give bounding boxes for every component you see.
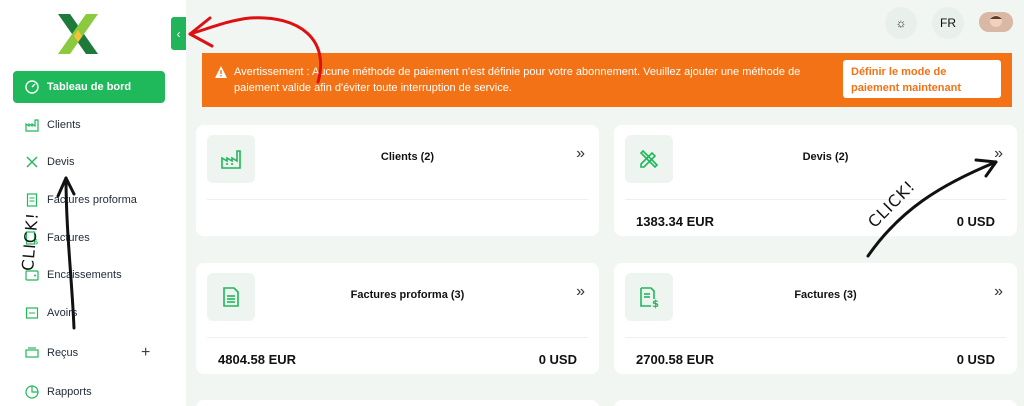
sidebar-item-rapports[interactable]: Rapports bbox=[13, 376, 165, 406]
divider bbox=[207, 337, 588, 338]
sidebar-item-label: Factures bbox=[47, 232, 90, 244]
card-value-usd: 0 USD bbox=[956, 214, 995, 229]
credit-note-icon bbox=[25, 306, 39, 320]
sidebar-item-label: Tableau de bord bbox=[47, 81, 132, 93]
warning-text: Avertissement : Aucune méthode de paieme… bbox=[234, 66, 801, 94]
card-factures[interactable]: $ Factures (3) » 2700.58 EUR 0 USD bbox=[614, 263, 1017, 374]
double-chevron-right-icon[interactable]: » bbox=[994, 283, 1003, 301]
factory-icon bbox=[25, 118, 39, 132]
card-title: Clients (2) bbox=[380, 151, 435, 163]
chart-icon bbox=[25, 385, 39, 399]
sidebar-item-label: Rapports bbox=[47, 386, 92, 398]
avatar-image bbox=[979, 12, 1013, 32]
double-chevron-right-icon[interactable]: » bbox=[576, 283, 585, 301]
card-value-eur: 4804.58 EUR bbox=[218, 352, 297, 367]
svg-text:$: $ bbox=[652, 299, 659, 309]
document-icon bbox=[25, 193, 39, 207]
set-payment-method-button[interactable]: Définir le mode de paiement maintenant bbox=[843, 60, 1001, 98]
sidebar-item-label: Encaissements bbox=[47, 269, 122, 281]
card-factures-proforma[interactable]: Factures proforma (3) » 4804.58 EUR 0 US… bbox=[196, 263, 599, 374]
card-value-usd: 0 USD bbox=[538, 352, 577, 367]
double-chevron-right-icon[interactable]: » bbox=[576, 145, 585, 163]
avatar[interactable] bbox=[979, 12, 1013, 32]
warning-icon bbox=[215, 66, 227, 78]
card-value-eur: 1383.34 EUR bbox=[636, 214, 715, 229]
app-logo[interactable] bbox=[56, 12, 100, 56]
pencil-ruler-icon bbox=[25, 155, 39, 169]
sidebar-item-clients[interactable]: Clients bbox=[13, 109, 165, 141]
card-clients[interactable]: Clients (2) » bbox=[196, 125, 599, 236]
sidebar-item-label: Avoirs bbox=[47, 307, 78, 319]
dashboard-icon bbox=[25, 80, 39, 94]
document-icon bbox=[207, 273, 255, 321]
sidebar-collapse-button[interactable]: ‹ bbox=[171, 17, 186, 50]
card-partial bbox=[196, 400, 599, 406]
sidebar-item-label: Factures proforma bbox=[47, 194, 137, 206]
divider bbox=[625, 199, 1006, 200]
theme-toggle-button[interactable]: ☼ bbox=[885, 7, 917, 39]
sidebar-item-dashboard[interactable]: Tableau de bord bbox=[13, 71, 165, 103]
pencil-ruler-icon bbox=[625, 135, 673, 183]
recus-expand-icon[interactable]: + bbox=[141, 344, 150, 362]
sidebar-item-devis[interactable]: Devis bbox=[13, 146, 165, 178]
sidebar-item-avoirs[interactable]: Avoirs bbox=[13, 297, 165, 329]
sidebar-item-proforma[interactable]: Factures proforma bbox=[13, 184, 165, 216]
sun-icon: ☼ bbox=[895, 16, 907, 30]
language-label: FR bbox=[940, 16, 956, 30]
sidebar-item-label: Clients bbox=[47, 119, 81, 131]
red-arrow-head bbox=[188, 16, 214, 48]
invoice-icon: $ bbox=[625, 273, 673, 321]
receipt-icon bbox=[25, 346, 39, 360]
card-title: Factures (3) bbox=[794, 289, 857, 301]
card-partial bbox=[614, 400, 1017, 406]
card-devis[interactable]: Devis (2) » 1383.34 EUR 0 USD bbox=[614, 125, 1017, 236]
card-title: Devis (2) bbox=[802, 151, 849, 163]
double-chevron-right-icon[interactable]: » bbox=[994, 145, 1003, 163]
card-title: Factures proforma (3) bbox=[350, 289, 465, 301]
divider bbox=[625, 337, 1006, 338]
sidebar-item-label: Devis bbox=[47, 156, 75, 168]
card-value-usd: 0 USD bbox=[956, 352, 995, 367]
divider bbox=[207, 199, 588, 200]
sidebar: Tableau de bord Clients Devis Factures p… bbox=[0, 0, 186, 406]
chevron-left-icon: ‹ bbox=[176, 26, 181, 41]
payment-warning-banner: Avertissement : Aucune méthode de paieme… bbox=[202, 53, 1012, 107]
language-button[interactable]: FR bbox=[932, 7, 964, 39]
factory-icon bbox=[207, 135, 255, 183]
card-value-eur: 2700.58 EUR bbox=[636, 352, 715, 367]
sidebar-item-label: Reçus bbox=[47, 347, 79, 359]
